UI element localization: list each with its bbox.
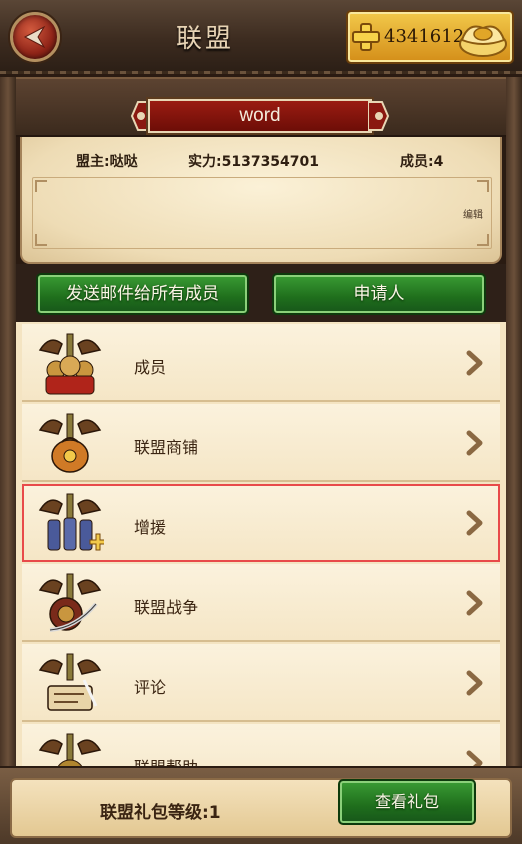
view-gift-button[interactable]: 查看礼包 bbox=[338, 779, 476, 825]
members-crest-icon bbox=[38, 333, 102, 395]
frame-right bbox=[506, 77, 522, 767]
gift-level-text: 联盟礼包等级:1 bbox=[100, 803, 221, 823]
plus-icon[interactable] bbox=[352, 23, 380, 51]
back-arrow-icon bbox=[23, 25, 46, 49]
menu-item-alliance-war[interactable]: 联盟战争 bbox=[22, 564, 500, 642]
alliance-notice-box: 编辑 bbox=[32, 177, 492, 249]
alliance-power: 实力:5137354701 bbox=[188, 154, 320, 170]
menu-item-label: 增援 bbox=[134, 518, 167, 537]
back-button[interactable] bbox=[10, 12, 60, 62]
top-bar: 联盟 4341612 bbox=[0, 0, 522, 74]
alliance-name-banner: word bbox=[130, 99, 390, 133]
menu-item-alliance-help[interactable]: 联盟帮助 bbox=[22, 724, 500, 766]
chevron-right-icon bbox=[466, 670, 483, 696]
menu-item-reinforce[interactable]: 增援 bbox=[22, 484, 500, 562]
menu-item-label: 联盟战争 bbox=[134, 598, 199, 617]
alliance-member-count: 成员:4 bbox=[400, 154, 444, 170]
chevron-right-icon bbox=[466, 590, 483, 616]
menu-item-label: 联盟商铺 bbox=[134, 438, 199, 457]
chevron-right-icon bbox=[466, 750, 483, 766]
banner-right-ornament-icon bbox=[368, 101, 390, 131]
menu-item-label: 成员 bbox=[134, 358, 167, 377]
mail-all-members-button[interactable]: 发送邮件给所有成员 bbox=[36, 273, 249, 315]
alliance-info-panel: 盟主:哒哒 实力:5137354701 成员:4 编辑 bbox=[20, 137, 502, 264]
corner-ornament bbox=[35, 234, 47, 246]
menu-item-label: 评论 bbox=[134, 678, 167, 697]
chevron-right-icon bbox=[466, 350, 483, 376]
gold-amount: 4341612 bbox=[384, 26, 465, 47]
frame-left bbox=[0, 77, 16, 767]
corner-ornament bbox=[35, 180, 47, 192]
applicants-button[interactable]: 申请人 bbox=[272, 273, 486, 315]
shop-crest-icon bbox=[38, 413, 102, 473]
alliance-name: word bbox=[239, 105, 281, 126]
menu-item-label: 联盟帮助 bbox=[134, 754, 198, 766]
alliance-leader: 盟主:哒哒 bbox=[76, 154, 138, 170]
gold-balance[interactable]: 4341612 bbox=[346, 10, 514, 64]
reinforce-crest-icon bbox=[38, 493, 104, 551]
edit-notice-button[interactable]: 编辑 bbox=[463, 206, 483, 221]
help-crest-icon bbox=[38, 733, 102, 766]
corner-ornament bbox=[477, 234, 489, 246]
menu-item-members[interactable]: 成员 bbox=[22, 324, 500, 402]
comment-crest-icon bbox=[38, 653, 102, 711]
alliance-menu-list[interactable]: 成员 联盟商铺 增援 联盟战争 评论 bbox=[16, 322, 506, 766]
menu-item-alliance-shop[interactable]: 联盟商铺 bbox=[22, 404, 500, 482]
gold-ingot-icon bbox=[459, 25, 507, 57]
chevron-right-icon bbox=[466, 430, 483, 456]
menu-item-comments[interactable]: 评论 bbox=[22, 644, 500, 722]
war-crest-icon bbox=[38, 573, 102, 632]
page-title: 联盟 bbox=[175, 24, 234, 54]
corner-ornament bbox=[477, 180, 489, 192]
chevron-right-icon bbox=[466, 510, 483, 536]
